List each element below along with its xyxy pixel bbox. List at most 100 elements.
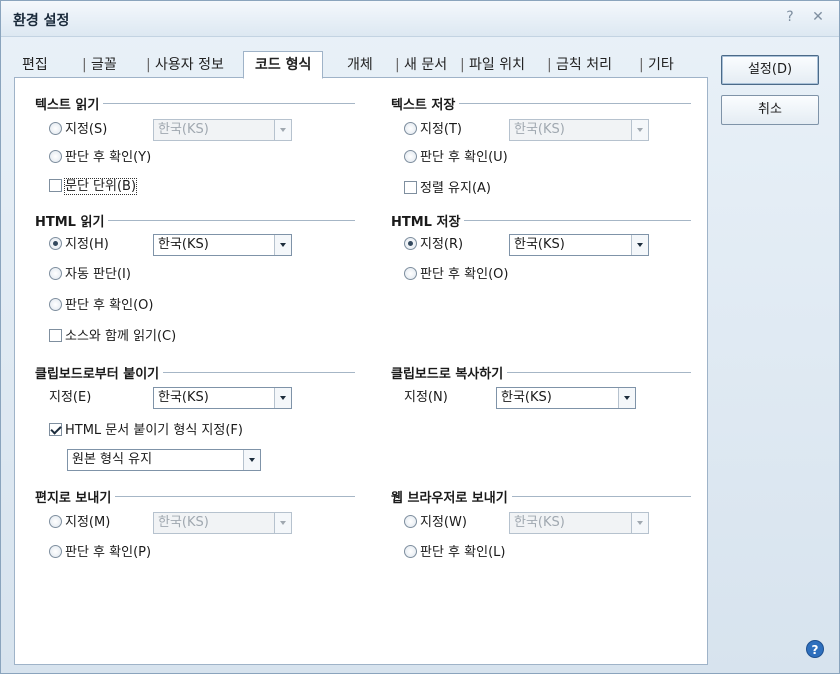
html-paste-format-checkbox[interactable]: HTML 문서 붙이기 형식 지정(F) — [49, 420, 243, 442]
radio-icon — [404, 150, 417, 163]
tab-user-info[interactable]: 사용자 정보 — [146, 53, 224, 78]
radio-icon — [49, 298, 62, 311]
send-mail-encoding-select[interactable]: 한국(KS) — [153, 512, 292, 534]
radio-label: 판단 후 확인(O) — [420, 267, 509, 282]
radio-label: 지정(W) — [420, 515, 467, 530]
html-read-auto-radio[interactable]: 자동 판단(I) — [49, 264, 131, 286]
select-value: 한국(KS) — [501, 390, 552, 405]
checkbox-label: 소스와 함께 읽기(C) — [65, 329, 177, 344]
cancel-button[interactable]: 취소 — [721, 95, 819, 125]
select-value: 한국(KS) — [514, 515, 565, 530]
radio-icon — [404, 267, 417, 280]
radio-icon — [404, 515, 417, 528]
radio-icon — [49, 267, 62, 280]
group-title-html-save: HTML 저장 — [391, 211, 465, 230]
group-title-send-mail: 편지로 보내기 — [35, 487, 116, 506]
paste-format-select[interactable]: 원본 형식 유지 — [67, 449, 261, 471]
send-mail-confirm-radio[interactable]: 판단 후 확인(P) — [49, 542, 151, 564]
chevron-down-icon — [631, 235, 648, 255]
text-save-encoding-select[interactable]: 한국(KS) — [509, 119, 649, 141]
send-web-encoding-select[interactable]: 한국(KS) — [509, 512, 649, 534]
tab-code-format[interactable]: 코드 형식 — [243, 51, 324, 79]
radio-label: 지정(H) — [65, 237, 109, 252]
chevron-down-icon — [274, 513, 291, 533]
checkbox-label: HTML 문서 붙이기 형식 지정(F) — [65, 423, 243, 438]
read-with-source-checkbox[interactable]: 소스와 함께 읽기(C) — [49, 326, 176, 348]
radio-label: 판단 후 확인(U) — [420, 150, 508, 165]
html-read-confirm-radio[interactable]: 판단 후 확인(O) — [49, 295, 153, 317]
select-value: 한국(KS) — [514, 122, 565, 137]
tab-new-document[interactable]: 새 문서 — [395, 53, 447, 78]
tab-edit[interactable]: 편집 — [22, 53, 48, 78]
radio-icon — [404, 237, 417, 250]
select-value: 한국(KS) — [158, 515, 209, 530]
tab-object[interactable]: 개체 — [347, 53, 373, 78]
radio-label: 지정(R) — [420, 237, 464, 252]
text-save-specify-radio[interactable]: 지정(T) — [404, 119, 462, 141]
tab-etc[interactable]: 기타 — [639, 53, 674, 78]
group-title-text-save: 텍스트 저장 — [391, 94, 460, 113]
radio-label: 자동 판단(I) — [65, 267, 131, 282]
group-title-clipboard-paste: 클립보드로부터 붙이기 — [35, 363, 164, 382]
chevron-down-icon — [274, 388, 291, 408]
radio-label: 판단 후 확인(Y) — [65, 150, 152, 165]
text-read-encoding-select[interactable]: 한국(KS) — [153, 119, 292, 141]
radio-label: 판단 후 확인(O) — [65, 298, 154, 313]
paragraph-unit-checkbox[interactable]: 문단 단위(B) — [49, 176, 138, 198]
send-mail-specify-radio[interactable]: 지정(M) — [49, 512, 110, 534]
title-bar: 환경 설정 ? ✕ — [1, 1, 839, 37]
tab-file-location[interactable]: 파일 위치 — [460, 53, 525, 78]
help-icon[interactable]: ? — [779, 6, 801, 28]
tab-font[interactable]: 글꼴 — [82, 53, 117, 78]
radio-icon — [404, 545, 417, 558]
chevron-down-icon — [274, 235, 291, 255]
window-title: 환경 설정 — [13, 13, 70, 29]
html-save-encoding-select[interactable]: 한국(KS) — [509, 234, 649, 256]
radio-icon — [49, 122, 62, 135]
chevron-down-icon — [618, 388, 635, 408]
html-read-specify-radio[interactable]: 지정(H) — [49, 234, 109, 256]
text-read-specify-radio[interactable]: 지정(S) — [49, 119, 107, 141]
group-title-clipboard-copy: 클립보드로 복사하기 — [391, 363, 508, 382]
select-value: 원본 형식 유지 — [72, 452, 153, 467]
group-title-text-read: 텍스트 읽기 — [35, 94, 104, 113]
select-value: 한국(KS) — [158, 122, 209, 137]
radio-icon — [404, 122, 417, 135]
group-title-send-web: 웹 브라우저로 보내기 — [391, 487, 512, 506]
select-value: 한국(KS) — [158, 390, 209, 405]
close-icon[interactable]: ✕ — [807, 6, 829, 28]
checkbox-icon — [49, 179, 62, 192]
html-read-encoding-select[interactable]: 한국(KS) — [153, 234, 292, 256]
send-web-specify-radio[interactable]: 지정(W) — [404, 512, 467, 534]
clipboard-paste-label: 지정(E) — [49, 390, 92, 405]
checkbox-icon — [404, 181, 417, 194]
keep-align-checkbox[interactable]: 정렬 유지(A) — [404, 178, 491, 200]
chevron-down-icon — [631, 120, 648, 140]
radio-label: 지정(T) — [420, 122, 463, 137]
radio-label: 판단 후 확인(L) — [420, 545, 506, 560]
select-value: 한국(KS) — [158, 237, 209, 252]
checkbox-icon — [49, 423, 62, 436]
chevron-down-icon — [274, 120, 291, 140]
chevron-down-icon — [243, 450, 260, 470]
ok-button[interactable]: 설정(D) — [721, 55, 819, 85]
help-icon[interactable]: ? — [806, 640, 824, 658]
select-value: 한국(KS) — [514, 237, 565, 252]
checkbox-label: 정렬 유지(A) — [420, 181, 492, 196]
radio-icon — [49, 237, 62, 250]
html-save-confirm-radio[interactable]: 판단 후 확인(O) — [404, 264, 508, 286]
clipboard-copy-encoding-select[interactable]: 한국(KS) — [496, 387, 636, 409]
text-read-confirm-radio[interactable]: 판단 후 확인(Y) — [49, 147, 151, 169]
radio-icon — [49, 545, 62, 558]
clipboard-copy-label: 지정(N) — [404, 390, 448, 405]
checkbox-icon — [49, 329, 62, 342]
text-save-confirm-radio[interactable]: 판단 후 확인(U) — [404, 147, 508, 169]
checkbox-label: 문단 단위(B) — [63, 178, 138, 195]
radio-icon — [49, 150, 62, 163]
radio-icon — [49, 515, 62, 528]
radio-label: 지정(S) — [65, 122, 108, 137]
tab-forbidden-chars[interactable]: 금칙 처리 — [547, 53, 612, 78]
send-web-confirm-radio[interactable]: 판단 후 확인(L) — [404, 542, 505, 564]
clipboard-paste-encoding-select[interactable]: 한국(KS) — [153, 387, 292, 409]
html-save-specify-radio[interactable]: 지정(R) — [404, 234, 463, 256]
